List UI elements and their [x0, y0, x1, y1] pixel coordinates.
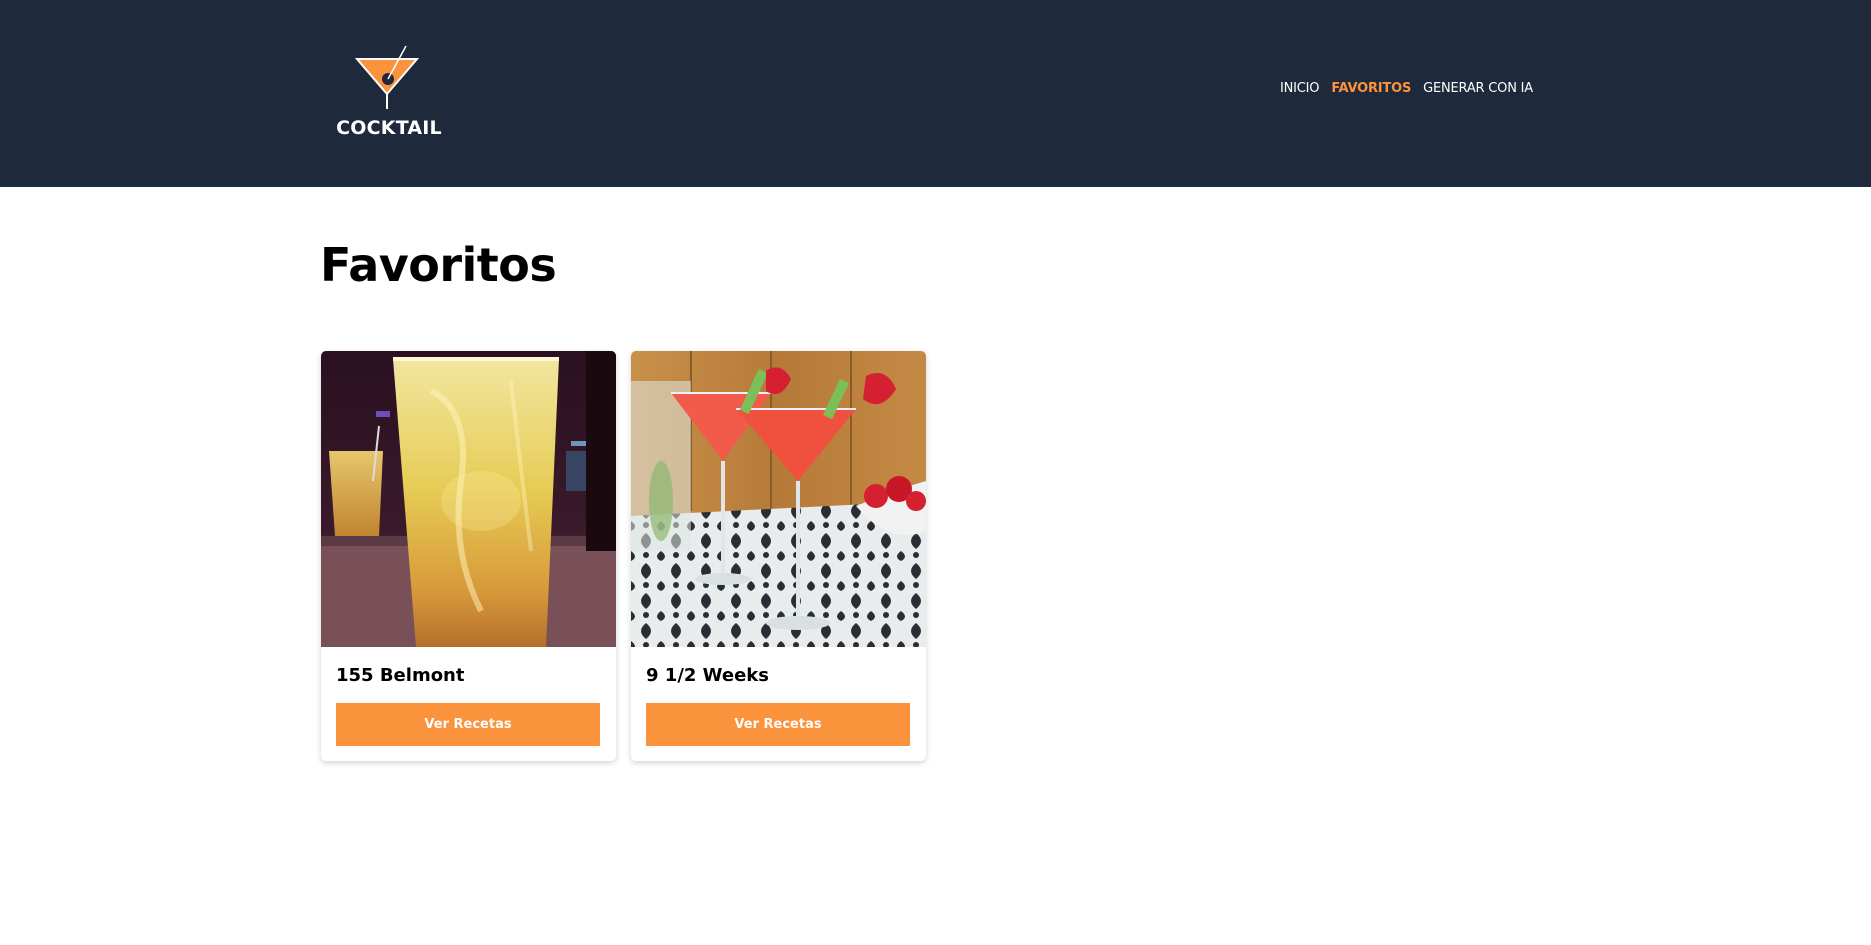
cocktail-logo[interactable]: COCKTAIL	[334, 44, 444, 142]
cocktail-card: 155 Belmont Ver Recetas	[321, 351, 616, 761]
main-nav: INICIO FAVORITOS GENERAR CON IA	[1280, 81, 1533, 96]
cocktail-name: 155 Belmont	[336, 665, 465, 686]
cocktail-image	[321, 351, 616, 647]
logo-text: COCKTAIL	[336, 117, 442, 139]
cocktail-name: 9 1/2 Weeks	[646, 665, 769, 686]
cocktail-card: 9 1/2 Weeks Ver Recetas	[631, 351, 926, 761]
page-title: Favoritos	[320, 238, 557, 292]
ver-recetas-button[interactable]: Ver Recetas	[336, 703, 600, 746]
nav-favoritos[interactable]: FAVORITOS	[1331, 81, 1411, 96]
nav-inicio[interactable]: INICIO	[1280, 81, 1320, 96]
nav-generar-con-ia[interactable]: GENERAR CON IA	[1423, 81, 1533, 96]
cocktail-image	[631, 351, 926, 647]
ver-recetas-button[interactable]: Ver Recetas	[646, 703, 910, 746]
martini-glass-icon	[354, 45, 420, 109]
site-header: COCKTAIL INICIO FAVORITOS GENERAR CON IA	[0, 0, 1871, 187]
favorites-grid: 155 Belmont Ver Recetas 9 1/2 Weeks Ver …	[321, 351, 926, 761]
